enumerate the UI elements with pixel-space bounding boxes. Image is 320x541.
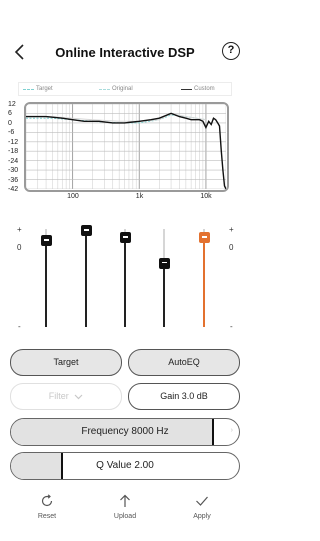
x-tick-label: 100 (67, 193, 79, 200)
eq-slider-handle-5[interactable] (198, 232, 210, 244)
gain-button[interactable]: Gain 3.0 dB (128, 383, 240, 410)
eq-slider-fill-2 (85, 230, 87, 327)
eq-slider-handle-3[interactable] (119, 232, 131, 244)
target-button[interactable]: Target (10, 349, 122, 376)
help-icon[interactable]: ? (222, 42, 240, 60)
y-tick-label: -12 (8, 138, 19, 146)
wifi-icon (200, 11, 211, 20)
eq-slider-track-4[interactable] (163, 229, 165, 327)
eq-slider-fill-3 (124, 237, 126, 327)
frequency-label: Frequency 8000 Hz (81, 426, 169, 437)
eq-scale-top: + (17, 225, 22, 234)
apply-button[interactable]: Apply (177, 494, 227, 520)
y-tick-label: 12 (8, 101, 16, 108)
eq-slider-fill-5 (203, 237, 205, 327)
legend-target-swatch (23, 88, 34, 90)
legend-custom: Custom (181, 86, 215, 92)
reset-label: Reset (37, 513, 57, 520)
apply-label: Apply (193, 513, 211, 520)
eq-scale-bottom: - (18, 322, 21, 331)
x-tick-label: 10k (200, 193, 212, 200)
y-tick-label: -18 (8, 148, 19, 156)
legend-custom-swatch (181, 88, 192, 90)
nav-header: Online Interactive DSP ? (0, 40, 250, 64)
upload-icon (120, 494, 130, 507)
battery-icon (216, 11, 234, 20)
checkmark-icon (196, 496, 208, 506)
eq-scale-bottom-right: - (230, 322, 233, 331)
eq-slider-track-3[interactable] (124, 229, 126, 327)
y-tick-label: -36 (8, 176, 19, 184)
upload-label: Upload (113, 513, 137, 520)
chart-legend: Target Original Custom (18, 82, 232, 96)
y-tick-label: -6 (8, 129, 15, 137)
eq-slider-track-2[interactable] (85, 229, 87, 327)
legend-custom-label: Custom (194, 86, 215, 92)
status-icons (184, 11, 234, 20)
y-tick-label: 0 (8, 119, 12, 127)
upload-button[interactable]: Upload (100, 494, 150, 520)
status-bar: 21:53 (0, 0, 250, 34)
eq-slider-fill-1 (45, 240, 47, 327)
filter-dropdown[interactable]: Filter (10, 383, 122, 410)
cellular-signal-icon (184, 11, 195, 20)
frequency-increment-icon[interactable]: › (231, 427, 233, 434)
eq-slider-track-5[interactable] (203, 229, 205, 327)
chevron-down-icon (74, 394, 83, 399)
q-value-slider[interactable]: Q Value 2.00 (10, 452, 240, 480)
y-tick-label: -42 (8, 186, 19, 193)
legend-target: Target (23, 86, 53, 92)
legend-original-swatch (99, 88, 110, 90)
eq-scale-top-right: + (229, 225, 234, 234)
eq-slider-fill-4 (163, 263, 165, 327)
reset-icon (41, 494, 53, 507)
autoeq-button[interactable]: AutoEQ (128, 349, 240, 376)
y-tick-label: -30 (8, 167, 19, 175)
x-tick-label: 1k (135, 193, 144, 200)
q-value-label: Q Value 2.00 (96, 460, 154, 471)
legend-original-label: Original (112, 86, 133, 92)
eq-scale-zero: 0 (17, 243, 22, 252)
filter-label: Filter (48, 391, 69, 401)
eq-slider-handle-2[interactable] (80, 225, 92, 237)
legend-original: Original (99, 86, 133, 92)
reset-button[interactable]: Reset (22, 494, 72, 520)
eq-scale-zero-right: 0 (229, 243, 234, 252)
frequency-response-chart (24, 102, 229, 192)
page-title: Online Interactive DSP (55, 45, 195, 60)
eq-slider-handle-4[interactable] (158, 257, 170, 269)
legend-target-label: Target (36, 86, 53, 92)
frequency-slider[interactable]: Frequency 8000 Hz › (10, 418, 240, 446)
y-tick-label: 6 (8, 110, 12, 118)
status-time: 21:53 (30, 12, 56, 23)
eq-slider-handle-1[interactable] (40, 235, 52, 247)
y-tick-label: -24 (8, 157, 19, 165)
chart-plot (26, 104, 227, 190)
